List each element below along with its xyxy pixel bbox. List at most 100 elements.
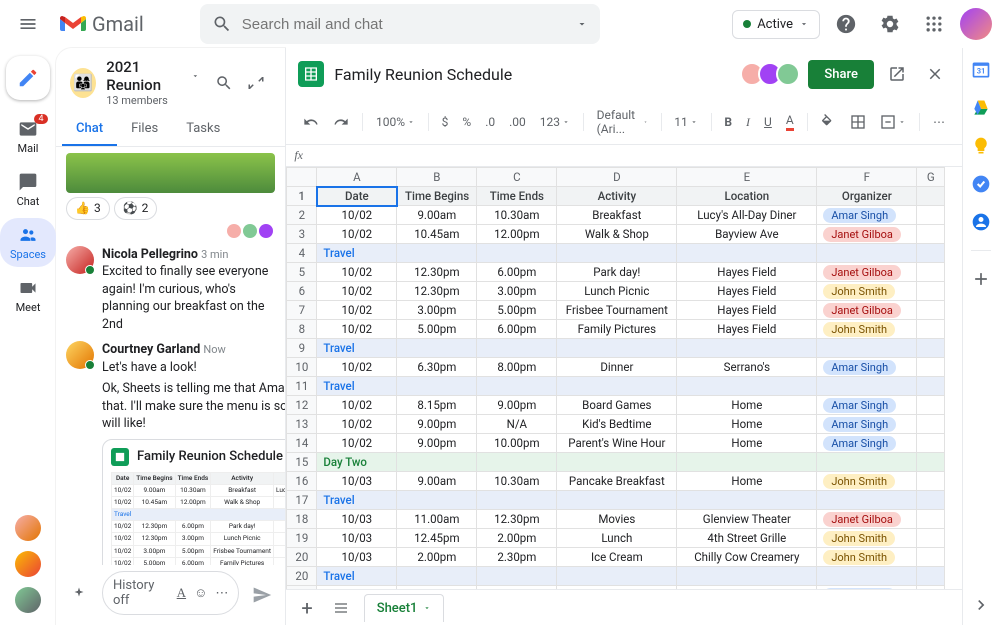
tab-tasks[interactable]: Tasks bbox=[172, 111, 234, 146]
spaces-icon bbox=[17, 224, 39, 246]
space-tabs: Chat Files Tasks bbox=[56, 111, 285, 147]
calendar-app-icon[interactable]: 31 bbox=[971, 60, 991, 80]
nav-meet[interactable]: Meet bbox=[0, 271, 56, 320]
apps-button[interactable] bbox=[916, 6, 952, 42]
sheet-title[interactable]: Family Reunion Schedule bbox=[334, 65, 512, 84]
recent-contact-avatar[interactable] bbox=[15, 515, 41, 541]
tab-chat[interactable]: Chat bbox=[62, 111, 117, 146]
decimal-dec-button[interactable]: .0 bbox=[480, 111, 500, 133]
status-chip[interactable]: Active bbox=[732, 10, 820, 39]
message-time: 3 min bbox=[201, 248, 228, 261]
percent-button[interactable]: % bbox=[457, 111, 476, 133]
drive-app-icon[interactable] bbox=[971, 98, 991, 118]
sheet-grid[interactable]: ABCDEFG1DateTime BeginsTime EndsActivity… bbox=[286, 167, 962, 589]
fontsize-dropdown[interactable]: 11 bbox=[669, 111, 703, 133]
nav-spaces[interactable]: Spaces bbox=[0, 218, 56, 267]
chevron-down-icon bbox=[799, 19, 809, 29]
sheet-tab[interactable]: Sheet1 bbox=[364, 594, 445, 622]
sheets-icon bbox=[111, 448, 129, 466]
borders-button[interactable] bbox=[845, 110, 871, 134]
topbar: Gmail Active bbox=[0, 0, 1000, 48]
nav-label: Mail bbox=[18, 142, 39, 155]
message-text: Let's have a look! bbox=[102, 359, 285, 377]
space-search-button[interactable] bbox=[209, 68, 239, 98]
nav-label: Spaces bbox=[10, 248, 46, 261]
help-button[interactable] bbox=[828, 6, 864, 42]
space-avatar[interactable]: 👨‍👩‍👧 bbox=[70, 68, 96, 98]
text-color-button[interactable]: A bbox=[781, 109, 799, 135]
message-avatar[interactable] bbox=[66, 341, 94, 369]
open-new-button[interactable] bbox=[882, 56, 912, 92]
collapse-side-panel[interactable] bbox=[971, 595, 991, 615]
side-panel: 31 bbox=[962, 48, 1000, 625]
message-text: Ok, Sheets is telling me that Amar is ta… bbox=[102, 380, 285, 433]
settings-button[interactable] bbox=[872, 6, 908, 42]
currency-button[interactable]: $ bbox=[437, 111, 454, 133]
more-toolbar-button[interactable]: ⋯ bbox=[928, 111, 950, 133]
card-title-text: Family Reunion Schedule bbox=[137, 448, 283, 466]
reaction[interactable]: 👍3 bbox=[66, 197, 110, 220]
svg-text:31: 31 bbox=[977, 66, 986, 75]
space-subtitle: 13 members bbox=[106, 94, 199, 107]
redo-button[interactable] bbox=[328, 110, 354, 134]
message-composer[interactable]: History off A ☺ ⋯ bbox=[102, 571, 239, 615]
status-label: Active bbox=[757, 17, 793, 32]
sheet-toolbar: 100% $ % .0 .00 123 Default (Ari... 11 B… bbox=[286, 100, 962, 145]
chat-icon bbox=[17, 171, 39, 193]
fill-color-button[interactable] bbox=[815, 110, 841, 134]
nav-label: Meet bbox=[16, 301, 41, 314]
underline-button[interactable]: U bbox=[759, 111, 777, 133]
undo-button[interactable] bbox=[298, 110, 324, 134]
nav-chat[interactable]: Chat bbox=[0, 165, 56, 214]
decimal-inc-button[interactable]: .00 bbox=[504, 111, 531, 133]
search-box[interactable] bbox=[200, 4, 600, 44]
compose-button[interactable] bbox=[6, 56, 50, 100]
format-icon[interactable]: A bbox=[177, 585, 186, 601]
bold-button[interactable]: B bbox=[719, 111, 737, 133]
gmail-logo[interactable]: Gmail bbox=[60, 12, 144, 36]
reaction[interactable]: ⚽2 bbox=[114, 197, 158, 220]
message-author: Nicola Pellegrino bbox=[102, 247, 198, 262]
share-button[interactable]: Share bbox=[808, 60, 874, 89]
collaborator-avatars[interactable] bbox=[746, 62, 800, 86]
formula-bar[interactable]: fx bbox=[286, 145, 962, 167]
left-nav: 4 Mail Chat Spaces Meet bbox=[0, 48, 56, 625]
smart-compose-button[interactable] bbox=[64, 577, 94, 613]
keep-app-icon[interactable] bbox=[971, 136, 991, 156]
space-title[interactable]: 2021 Reunion bbox=[106, 58, 199, 94]
number-format-dropdown[interactable]: 123 bbox=[535, 111, 575, 133]
collapse-button[interactable] bbox=[241, 68, 271, 98]
send-button[interactable] bbox=[247, 577, 277, 613]
tab-files[interactable]: Files bbox=[117, 111, 172, 146]
more-icon[interactable]: ⋯ bbox=[215, 586, 228, 601]
mail-badge: 4 bbox=[34, 114, 48, 124]
recent-contact-avatar[interactable] bbox=[15, 551, 41, 577]
search-dropdown-icon[interactable] bbox=[576, 18, 588, 30]
nav-label: Chat bbox=[17, 195, 40, 208]
chat-body: 👍3 ⚽2 Nicola Pellegrino 3 min Excited to… bbox=[56, 147, 285, 565]
nav-mail[interactable]: 4 Mail bbox=[0, 112, 56, 161]
gmail-brand-text: Gmail bbox=[92, 12, 144, 36]
zoom-dropdown[interactable]: 100% bbox=[371, 111, 420, 133]
chevron-down-icon bbox=[191, 71, 200, 81]
main-menu-button[interactable] bbox=[8, 4, 48, 44]
tasks-app-icon[interactable] bbox=[971, 174, 991, 194]
sheet-preview: DateTime BeginsTime EndsActivityLocation… bbox=[111, 472, 285, 565]
account-avatar[interactable] bbox=[960, 8, 992, 40]
all-sheets-button[interactable] bbox=[328, 596, 354, 620]
sheet-card[interactable]: Family Reunion Schedule DateTime BeginsT… bbox=[102, 439, 285, 565]
addons-button[interactable] bbox=[971, 269, 991, 289]
search-input[interactable] bbox=[242, 16, 566, 33]
sheet-panel: Family Reunion Schedule Share 100% $ % .… bbox=[285, 48, 962, 625]
add-sheet-button[interactable]: + bbox=[296, 592, 317, 624]
merge-button[interactable] bbox=[875, 110, 911, 134]
emoji-icon[interactable]: ☺ bbox=[194, 585, 207, 601]
font-dropdown[interactable]: Default (Ari... bbox=[592, 104, 653, 140]
shared-image[interactable] bbox=[66, 153, 275, 193]
message-author: Courtney Garland bbox=[102, 342, 200, 357]
contacts-app-icon[interactable] bbox=[971, 212, 991, 232]
close-button[interactable] bbox=[920, 56, 950, 92]
italic-button[interactable]: I bbox=[741, 111, 755, 134]
recent-contact-avatar[interactable] bbox=[15, 587, 41, 613]
message-avatar[interactable] bbox=[66, 246, 94, 274]
